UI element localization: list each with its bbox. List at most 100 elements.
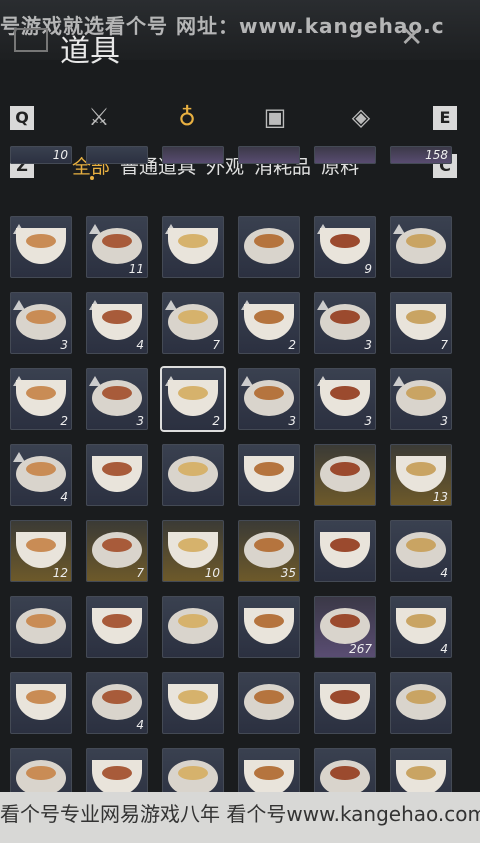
inventory-slot[interactable]: 2 — [162, 368, 224, 430]
inventory-slot[interactable] — [10, 596, 72, 658]
inventory-slot[interactable] — [86, 146, 148, 164]
inventory-slot[interactable] — [314, 672, 376, 734]
inventory-slot[interactable] — [162, 444, 224, 506]
inventory-slot[interactable]: 158 — [390, 146, 452, 164]
item-icon — [320, 684, 370, 720]
key-hint-q: Q — [10, 106, 34, 130]
item-icon — [320, 304, 370, 340]
item-icon — [244, 304, 294, 340]
item-icon — [396, 608, 446, 644]
item-quantity: 2 — [60, 414, 68, 428]
item-icon — [16, 380, 66, 416]
item-icon — [244, 608, 294, 644]
inventory-slot[interactable]: 3 — [390, 368, 452, 430]
item-icon — [396, 304, 446, 340]
inventory-slot[interactable]: 10 — [162, 520, 224, 582]
page-title: 道具 — [60, 34, 120, 69]
inventory-slot[interactable]: 3 — [314, 368, 376, 430]
inventory-slot[interactable] — [238, 672, 300, 734]
inventory-slot[interactable]: 12 — [10, 520, 72, 582]
inventory-slot[interactable]: 4 — [86, 292, 148, 354]
item-icon — [92, 684, 142, 720]
inventory-slot[interactable]: 3 — [314, 292, 376, 354]
inventory-slot[interactable]: 2 — [10, 368, 72, 430]
item-icon — [396, 532, 446, 568]
inventory-slot[interactable]: 3 — [86, 368, 148, 430]
item-icon — [168, 760, 218, 796]
inventory-slot[interactable]: 10 — [10, 146, 72, 164]
inventory-slot[interactable] — [314, 146, 376, 164]
inventory-slot[interactable]: 267 — [314, 596, 376, 658]
inventory-slot[interactable]: 3 — [10, 292, 72, 354]
item-icon — [244, 684, 294, 720]
inventory-slot[interactable] — [162, 672, 224, 734]
inventory-slot[interactable]: 9 — [314, 216, 376, 278]
upgrade-badge-icon — [89, 371, 101, 386]
upgrade-badge-icon — [89, 219, 101, 234]
inventory-slot[interactable]: 7 — [162, 292, 224, 354]
inventory-slot[interactable]: 2 — [238, 292, 300, 354]
item-icon — [244, 228, 294, 264]
inventory-slot[interactable] — [238, 216, 300, 278]
crossed-swords-icon[interactable]: ⚔ — [84, 102, 114, 132]
inventory-slot[interactable] — [10, 216, 72, 278]
item-quantity: 3 — [364, 414, 372, 428]
inventory-slot[interactable] — [238, 444, 300, 506]
item-quantity: 7 — [136, 566, 144, 580]
upgrade-badge-icon — [317, 295, 329, 310]
menu-icon[interactable] — [14, 28, 48, 52]
inventory-slot[interactable]: 4 — [10, 444, 72, 506]
item-quantity: 10 — [204, 566, 220, 580]
inventory-slot[interactable]: 35 — [238, 520, 300, 582]
inventory-slot[interactable]: 3 — [238, 368, 300, 430]
inventory-slot[interactable] — [390, 216, 452, 278]
item-icon — [168, 684, 218, 720]
item-quantity: 10 — [52, 148, 68, 162]
inventory-slot[interactable] — [10, 672, 72, 734]
pouch-icon[interactable]: ♁ — [172, 102, 202, 132]
item-icon — [92, 532, 142, 568]
inventory-slot[interactable]: 7 — [86, 520, 148, 582]
inventory-slot[interactable] — [314, 520, 376, 582]
inventory-slot[interactable]: 13 — [390, 444, 452, 506]
item-icon — [244, 456, 294, 492]
item-icon — [396, 456, 446, 492]
inventory-slot[interactable]: 4 — [390, 596, 452, 658]
item-icon — [168, 228, 218, 264]
inventory-slot[interactable] — [162, 216, 224, 278]
close-icon[interactable]: ✕ — [400, 20, 423, 53]
inventory-slot[interactable] — [162, 146, 224, 164]
category-bar: Q ⚔ ♁ ▣ ◈ E — [0, 98, 480, 138]
item-icon — [244, 760, 294, 796]
inventory-slot[interactable]: 7 — [390, 292, 452, 354]
item-quantity: 7 — [440, 338, 448, 352]
item-quantity: 3 — [60, 338, 68, 352]
item-quantity: 7 — [212, 338, 220, 352]
upgrade-badge-icon — [241, 371, 253, 386]
item-quantity: 158 — [425, 148, 448, 162]
inventory-slot[interactable] — [162, 596, 224, 658]
item-quantity: 3 — [136, 414, 144, 428]
inventory-slot[interactable] — [86, 596, 148, 658]
item-quantity: 4 — [60, 490, 68, 504]
gem-icon[interactable]: ◈ — [346, 102, 376, 132]
item-icon — [168, 380, 218, 416]
item-icon — [16, 456, 66, 492]
inventory-slot[interactable]: 11 — [86, 216, 148, 278]
inventory-slot[interactable] — [238, 146, 300, 164]
inventory-slot[interactable]: 4 — [86, 672, 148, 734]
item-icon — [92, 228, 142, 264]
inventory-slot[interactable] — [86, 444, 148, 506]
item-icon — [396, 760, 446, 796]
item-icon — [16, 532, 66, 568]
item-icon — [92, 380, 142, 416]
item-quantity: 35 — [280, 566, 296, 580]
upgrade-badge-icon — [393, 371, 405, 386]
chest-icon[interactable]: ▣ — [260, 102, 290, 132]
item-icon — [320, 760, 370, 796]
inventory-slot[interactable]: 4 — [390, 520, 452, 582]
inventory-slot[interactable] — [390, 672, 452, 734]
inventory-slot[interactable] — [238, 596, 300, 658]
item-quantity: 11 — [128, 262, 144, 276]
inventory-slot[interactable] — [314, 444, 376, 506]
